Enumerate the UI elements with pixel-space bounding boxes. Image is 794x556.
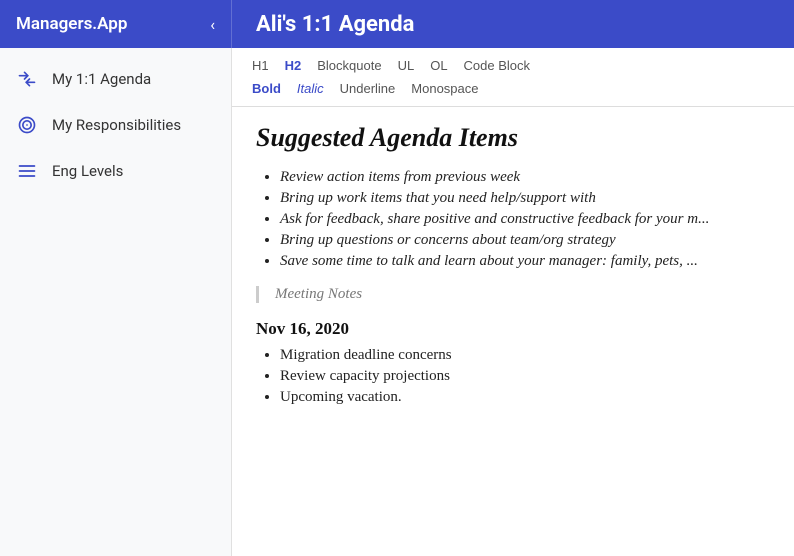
toolbar-h1[interactable]: H1	[248, 56, 273, 75]
toolbar-bold[interactable]: Bold	[248, 79, 285, 98]
suggested-agenda-title: Suggested Agenda Items	[256, 123, 770, 153]
meeting-date: Nov 16, 2020	[256, 319, 770, 339]
meeting-notes-blockquote: Meeting Notes	[256, 286, 770, 303]
blockquote-text: Meeting Notes	[275, 286, 770, 303]
sidebar-brand: Managers.App ‹	[0, 0, 232, 48]
list-item: Upcoming vacation.	[280, 389, 770, 406]
toolbar-underline[interactable]: Underline	[336, 79, 400, 98]
toolbar-row-2: Bold Italic Underline Monospace	[248, 79, 778, 98]
sidebar-item-label: Eng Levels	[52, 162, 123, 180]
main-layout: My 1:1 Agenda My Responsibilities En	[0, 48, 794, 556]
list-item: Review capacity projections	[280, 368, 770, 385]
list-item: Review action items from previous week	[280, 169, 770, 186]
sidebar: My 1:1 Agenda My Responsibilities En	[0, 48, 232, 556]
editor-body[interactable]: Suggested Agenda Items Review action ite…	[232, 107, 794, 426]
app-title: Managers.App	[16, 14, 127, 34]
sidebar-toggle-icon[interactable]: ‹	[210, 15, 215, 34]
page-title: Ali's 1:1 Agenda	[232, 12, 438, 37]
toolbar-blockquote[interactable]: Blockquote	[313, 56, 385, 75]
toolbar-row-1: H1 H2 Blockquote UL OL Code Block	[248, 56, 778, 75]
toolbar-ul[interactable]: UL	[394, 56, 419, 75]
list-item: Ask for feedback, share positive and con…	[280, 211, 770, 228]
list-item: Save some time to talk and learn about y…	[280, 253, 770, 270]
list-item: Bring up work items that you need help/s…	[280, 190, 770, 207]
sidebar-item-my-11-agenda[interactable]: My 1:1 Agenda	[0, 56, 231, 102]
list-item: Migration deadline concerns	[280, 347, 770, 364]
arrows-icon	[16, 68, 38, 90]
sidebar-item-my-responsibilities[interactable]: My Responsibilities	[0, 102, 231, 148]
sidebar-item-eng-levels[interactable]: Eng Levels	[0, 148, 231, 194]
target-icon	[16, 114, 38, 136]
toolbar-ol[interactable]: OL	[426, 56, 451, 75]
meeting-notes-list: Migration deadline concerns Review capac…	[256, 347, 770, 406]
suggested-items-list: Review action items from previous week B…	[256, 169, 770, 270]
sidebar-item-label: My 1:1 Agenda	[52, 70, 151, 88]
app-header: Managers.App ‹ Ali's 1:1 Agenda	[0, 0, 794, 48]
editor-panel: H1 H2 Blockquote UL OL Code Block Bold I…	[232, 48, 794, 556]
toolbar-code-block[interactable]: Code Block	[460, 56, 534, 75]
toolbar-monospace[interactable]: Monospace	[407, 79, 482, 98]
list-icon	[16, 160, 38, 182]
toolbar-italic[interactable]: Italic	[293, 79, 328, 98]
editor-toolbar: H1 H2 Blockquote UL OL Code Block Bold I…	[232, 48, 794, 107]
toolbar-h2[interactable]: H2	[281, 56, 306, 75]
list-item: Bring up questions or concerns about tea…	[280, 232, 770, 249]
sidebar-item-label: My Responsibilities	[52, 116, 181, 134]
